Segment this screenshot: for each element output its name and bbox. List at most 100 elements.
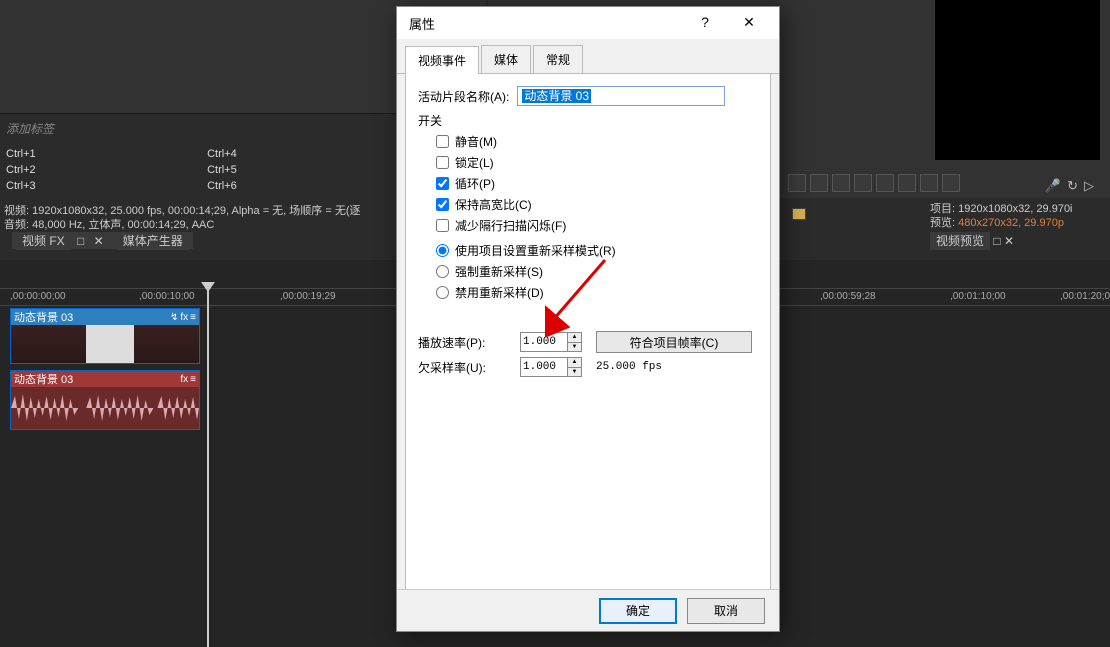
fit-framerate-button[interactable]: 符合项目帧率(C) (596, 331, 752, 353)
folder-icon[interactable] (792, 208, 806, 220)
project-value: 1920x1080x32, 29.970i (958, 203, 1072, 215)
dialog-tabs: 视频事件 媒体 常规 (397, 39, 779, 74)
properties-dialog: 属性 ? ✕ 视频事件 媒体 常规 活动片段名称(A): 动态背景 03 开关 … (396, 6, 780, 632)
resample-force-label: 强制重新采样(S) (455, 263, 543, 280)
playrate-row: 播放速率(P): ▲▼ 符合项目帧率(C) (418, 331, 758, 353)
shortcut-cell[interactable]: Ctrl+6 (207, 180, 405, 192)
spin-up-icon[interactable]: ▲ (567, 333, 581, 342)
clip-menu-icon[interactable]: ≡ (190, 374, 196, 385)
dialog-footer: 确定 取消 (397, 589, 779, 631)
shortcut-cell[interactable]: Ctrl+5 (207, 164, 405, 176)
toolbar-button[interactable] (898, 174, 916, 192)
switch-group: 静音(M) 锁定(L) 循环(P) 保持高宽比(C) 减少隔行扫描闪烁(F) 使… (436, 133, 758, 301)
reduce-flicker-label: 减少隔行扫描闪烁(F) (455, 217, 566, 234)
time-tick: ,00:00:59;28 (820, 291, 876, 302)
preview-value: 480x270x32, 29.970p (958, 217, 1064, 229)
clip-name: 动态背景 03 (14, 371, 73, 387)
loop-icon[interactable]: ↻ (1067, 178, 1078, 194)
dialog-title: 属性 (409, 14, 435, 33)
clipname-label: 活动片段名称(A): (418, 88, 509, 105)
resample-disable-radio[interactable] (436, 286, 449, 299)
dialog-body: 活动片段名称(A): 动态背景 03 开关 静音(M) 锁定(L) 循环(P) … (405, 74, 771, 612)
mic-icon[interactable]: 🎤 (1045, 178, 1061, 194)
playrate-input[interactable] (521, 336, 567, 348)
lock-checkbox[interactable] (436, 156, 449, 169)
play-icon[interactable]: ▷ (1084, 178, 1094, 194)
tab-video-event[interactable]: 视频事件 (405, 46, 479, 74)
switch-label: 开关 (418, 112, 758, 129)
toolbar-button[interactable] (942, 174, 960, 192)
mute-label: 静音(M) (455, 133, 497, 150)
toolbar-button[interactable] (854, 174, 872, 192)
audio-clip-body[interactable] (11, 387, 199, 429)
time-tick: ,00:01:10;00 (950, 291, 1006, 302)
mute-checkbox[interactable] (436, 135, 449, 148)
tab-media[interactable]: 媒体 (481, 45, 531, 73)
preview-toolbar (788, 174, 960, 192)
project-preview-info: 项目: 1920x1080x32, 29.970i 预览: 480x270x32… (930, 202, 1106, 230)
clipname-value: 动态背景 03 (522, 89, 591, 103)
add-tag-hint: 添加标签 (6, 120, 54, 137)
reduce-flicker-checkbox[interactable] (436, 219, 449, 232)
tab-box-icon[interactable]: □ (77, 234, 84, 248)
toolbar-button[interactable] (788, 174, 806, 192)
audio-clip-header[interactable]: 动态背景 03 fx ≡ (11, 371, 199, 387)
right-tabs: 视频预览 □ ✕ (930, 232, 1014, 249)
time-tick: ,00:00:00;00 (10, 291, 66, 302)
loop-label: 循环(P) (455, 175, 495, 192)
tab-general[interactable]: 常规 (533, 45, 583, 73)
clip-fx-icon[interactable]: fx (180, 312, 188, 323)
clipname-row: 活动片段名称(A): 动态背景 03 (418, 86, 758, 106)
video-clip-body[interactable] (11, 325, 199, 363)
shortcut-cell[interactable]: Ctrl+3 (6, 180, 204, 192)
undersample-row: 欠采样率(U): ▲▼ 25.000 fps (418, 357, 758, 377)
audio-clip[interactable]: 动态背景 03 fx ≡ (10, 370, 200, 430)
spin-down-icon[interactable]: ▼ (567, 342, 581, 351)
tab-close-icon[interactable]: ✕ (94, 234, 104, 248)
toolbar-button[interactable] (832, 174, 850, 192)
spin-down-icon[interactable]: ▼ (567, 367, 581, 376)
undersample-spinbox[interactable]: ▲▼ (520, 357, 582, 377)
dialog-titlebar[interactable]: 属性 ? ✕ (397, 7, 779, 39)
playrate-spinbox[interactable]: ▲▼ (520, 332, 582, 352)
resample-project-radio[interactable] (436, 244, 449, 257)
resample-disable-label: 禁用重新采样(D) (455, 284, 544, 301)
clip-handle-icon[interactable]: ↯ (170, 312, 178, 323)
cancel-button[interactable]: 取消 (687, 598, 765, 624)
toolbar-button[interactable] (920, 174, 938, 192)
toolbar-button[interactable] (810, 174, 828, 192)
tab-box-icon[interactable]: □ (993, 234, 1000, 248)
tab-video-fx[interactable]: 视频 FX (16, 232, 71, 250)
tab-video-preview[interactable]: 视频预览 (930, 232, 990, 250)
lock-label: 锁定(L) (455, 154, 494, 171)
tab-media-generator[interactable]: 媒体产生器 (117, 232, 189, 250)
aspect-checkbox[interactable] (436, 198, 449, 211)
loop-checkbox[interactable] (436, 177, 449, 190)
clip-thumbnail (86, 325, 134, 363)
playhead[interactable] (207, 284, 209, 647)
playrate-label: 播放速率(P): (418, 334, 520, 351)
toolbar-button[interactable] (876, 174, 894, 192)
aspect-label: 保持高宽比(C) (455, 196, 532, 213)
shortcut-cell[interactable]: Ctrl+4 (207, 148, 405, 160)
undersample-input[interactable] (521, 361, 567, 373)
tab-close-icon[interactable]: ✕ (1004, 234, 1014, 248)
shortcut-cell[interactable]: Ctrl+1 (6, 148, 204, 160)
clip-menu-icon[interactable]: ≡ (190, 312, 196, 323)
preview-label: 预览: (930, 217, 955, 229)
video-clip[interactable]: 动态背景 03 ↯ fx ≡ (10, 308, 200, 364)
video-preview-box (935, 0, 1100, 160)
close-button[interactable]: ✕ (727, 9, 771, 37)
spin-up-icon[interactable]: ▲ (567, 358, 581, 367)
project-label: 项目: (930, 203, 955, 215)
shortcut-cell[interactable]: Ctrl+2 (6, 164, 204, 176)
time-tick: ,00:01:20;00 (1060, 291, 1110, 302)
video-clip-header[interactable]: 动态背景 03 ↯ fx ≡ (11, 309, 199, 325)
undersample-label: 欠采样率(U): (418, 359, 520, 376)
clipname-input[interactable]: 动态背景 03 (517, 86, 725, 106)
ok-button[interactable]: 确定 (599, 598, 677, 624)
fps-label: 25.000 fps (596, 361, 662, 373)
clip-fx-icon[interactable]: fx (180, 374, 188, 385)
help-button[interactable]: ? (683, 9, 727, 37)
resample-force-radio[interactable] (436, 265, 449, 278)
